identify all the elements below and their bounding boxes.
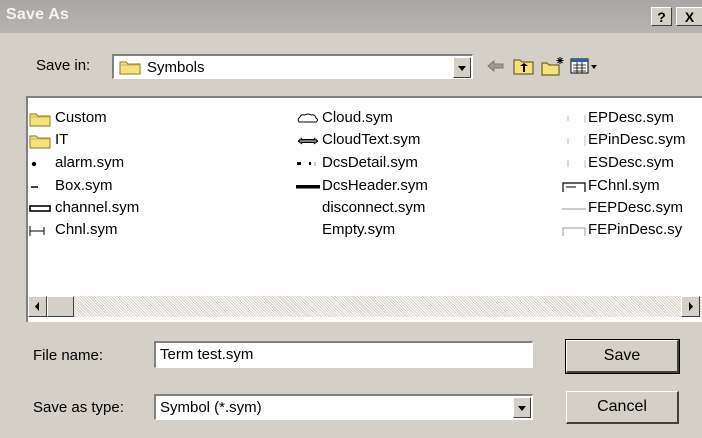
file-name-value: Term test.sym	[160, 346, 254, 363]
file-name: Chnl.sym	[55, 221, 118, 238]
fchnl-icon	[562, 179, 586, 195]
file-name: disconnect.sym	[322, 199, 426, 216]
channel-symbol-icon	[29, 201, 53, 217]
folder-icon	[29, 111, 53, 127]
save-as-type-dropdown[interactable]: Symbol (*.sym)	[154, 394, 533, 420]
fep-desc-icon	[562, 201, 586, 217]
es-desc-icon	[562, 156, 586, 172]
cancel-button[interactable]: Cancel	[566, 391, 679, 424]
file-name: IT	[55, 131, 69, 148]
save-as-type-value: Symbol (*.sym)	[160, 399, 262, 416]
view-menu-icon[interactable]	[569, 55, 599, 77]
save-as-type-label: Save as type:	[33, 399, 124, 416]
save-in-dropdown[interactable]: Symbols	[112, 54, 473, 79]
cloud-icon	[296, 111, 320, 127]
file-list[interactable]: Custom IT alarm.sym Box.sym channel.sym …	[26, 96, 702, 322]
dot-symbol-icon	[29, 156, 53, 172]
chnl-symbol-icon	[29, 223, 53, 239]
file-name: CloudText.sym	[322, 131, 421, 148]
file-name: Custom	[55, 109, 107, 126]
scroll-thumb[interactable]	[47, 296, 74, 317]
double-arrow-icon	[296, 133, 320, 149]
file-name: Cloud.sym	[322, 109, 393, 126]
file-name: EPDesc.sym	[588, 109, 674, 126]
fepin-desc-icon	[562, 223, 586, 239]
save-in-value: Symbols	[147, 59, 205, 76]
save-button[interactable]: Save	[565, 339, 680, 374]
save-as-dialog: Save As ? X Save in: Symbols Custom IT a…	[0, 0, 702, 438]
file-name: channel.sym	[55, 199, 140, 216]
new-folder-icon[interactable]	[540, 55, 564, 77]
folder-icon	[29, 133, 53, 149]
ep-desc-icon	[562, 111, 586, 127]
help-button[interactable]: ?	[651, 7, 672, 26]
file-name-label: File name:	[33, 347, 104, 364]
up-one-level-icon[interactable]	[512, 55, 536, 77]
dcs-header-icon	[296, 179, 320, 195]
title-bar[interactable]: Save As ? X	[0, 0, 702, 33]
close-button[interactable]: X	[676, 7, 702, 26]
dash-symbol-icon	[29, 179, 53, 195]
save-in-label: Save in:	[36, 57, 91, 74]
file-name: Box.sym	[55, 177, 113, 194]
chevron-down-icon[interactable]	[453, 57, 471, 78]
back-arrow-icon[interactable]	[484, 55, 508, 77]
dcs-detail-icon	[296, 156, 320, 172]
file-name: FEPDesc.sym	[588, 199, 684, 216]
file-name: DcsDetail.sym	[322, 154, 418, 171]
file-name-input[interactable]: Term test.sym	[154, 341, 533, 368]
file-name: FEPinDesc.sy	[588, 221, 683, 238]
chevron-down-icon[interactable]	[513, 397, 531, 418]
window-title: Save As	[6, 6, 70, 23]
file-name: alarm.sym	[55, 154, 125, 171]
file-name: DcsHeader.sym	[322, 177, 428, 194]
epin-desc-icon	[562, 133, 586, 149]
scroll-left-icon[interactable]	[28, 296, 47, 317]
file-name: EPinDesc.sym	[588, 131, 686, 148]
scroll-right-icon[interactable]	[681, 296, 700, 317]
file-name: ESDesc.sym	[588, 154, 674, 171]
file-name: FChnl.sym	[588, 177, 660, 194]
file-name: Empty.sym	[322, 221, 396, 238]
horizontal-scrollbar[interactable]	[28, 296, 702, 317]
folder-icon	[119, 59, 141, 80]
